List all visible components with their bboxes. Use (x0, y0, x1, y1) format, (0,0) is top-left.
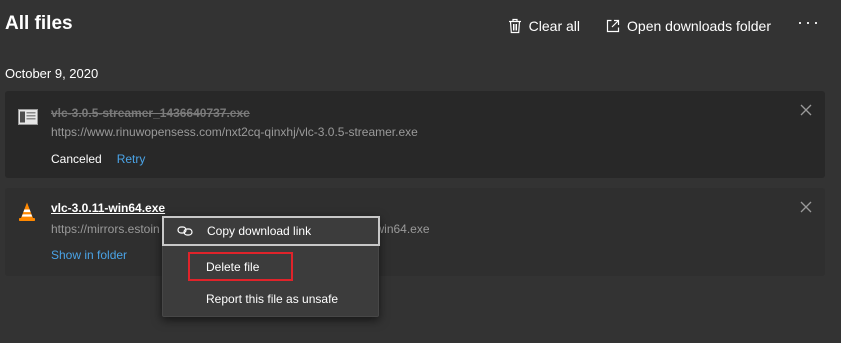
download-item: vlc-3.0.11-win64.exe https://mirrors.est… (5, 188, 825, 276)
more-options-button[interactable]: ··· (797, 13, 821, 35)
clear-all-button[interactable]: Clear all (508, 18, 580, 34)
page-title: All files (5, 13, 73, 34)
menu-item-label: Copy download link (207, 224, 312, 238)
open-external-icon (606, 19, 620, 33)
close-icon[interactable] (799, 200, 813, 214)
file-name[interactable]: vlc-3.0.11-win64.exe (51, 201, 165, 215)
header-actions: Clear all Open downloads folder ··· (508, 13, 821, 38)
installer-file-icon (18, 109, 38, 125)
file-name[interactable]: vlc-3.0.5-streamer_1436640737.exe (51, 106, 250, 120)
clear-all-label: Clear all (528, 18, 581, 34)
open-downloads-folder-button[interactable]: Open downloads folder (606, 18, 771, 34)
menu-item-label: Report this file as unsafe (206, 291, 339, 306)
report-unsafe-item[interactable]: Report this file as unsafe (163, 284, 380, 313)
status-text: Canceled (51, 152, 102, 166)
retry-link[interactable]: Retry (117, 152, 146, 166)
copy-download-link-item[interactable]: Copy download link (162, 216, 380, 246)
open-folder-label: Open downloads folder (627, 18, 772, 34)
close-icon[interactable] (799, 103, 813, 117)
show-in-folder-link[interactable]: Show in folder (51, 248, 127, 262)
vlc-cone-icon (19, 202, 35, 221)
trash-icon (508, 18, 521, 34)
highlight-box (188, 252, 293, 281)
link-icon (177, 226, 193, 236)
date-group-label: October 9, 2020 (5, 66, 99, 81)
download-item: vlc-3.0.5-streamer_1436640737.exe https:… (5, 91, 825, 178)
status-row: Canceled Retry (51, 152, 145, 166)
context-menu: Copy download link Delete file Report th… (162, 216, 380, 317)
file-url: https://www.rinuwopensess.com/nxt2cq-qin… (51, 125, 418, 139)
file-url-start: https://mirrors.estoin (51, 222, 160, 236)
